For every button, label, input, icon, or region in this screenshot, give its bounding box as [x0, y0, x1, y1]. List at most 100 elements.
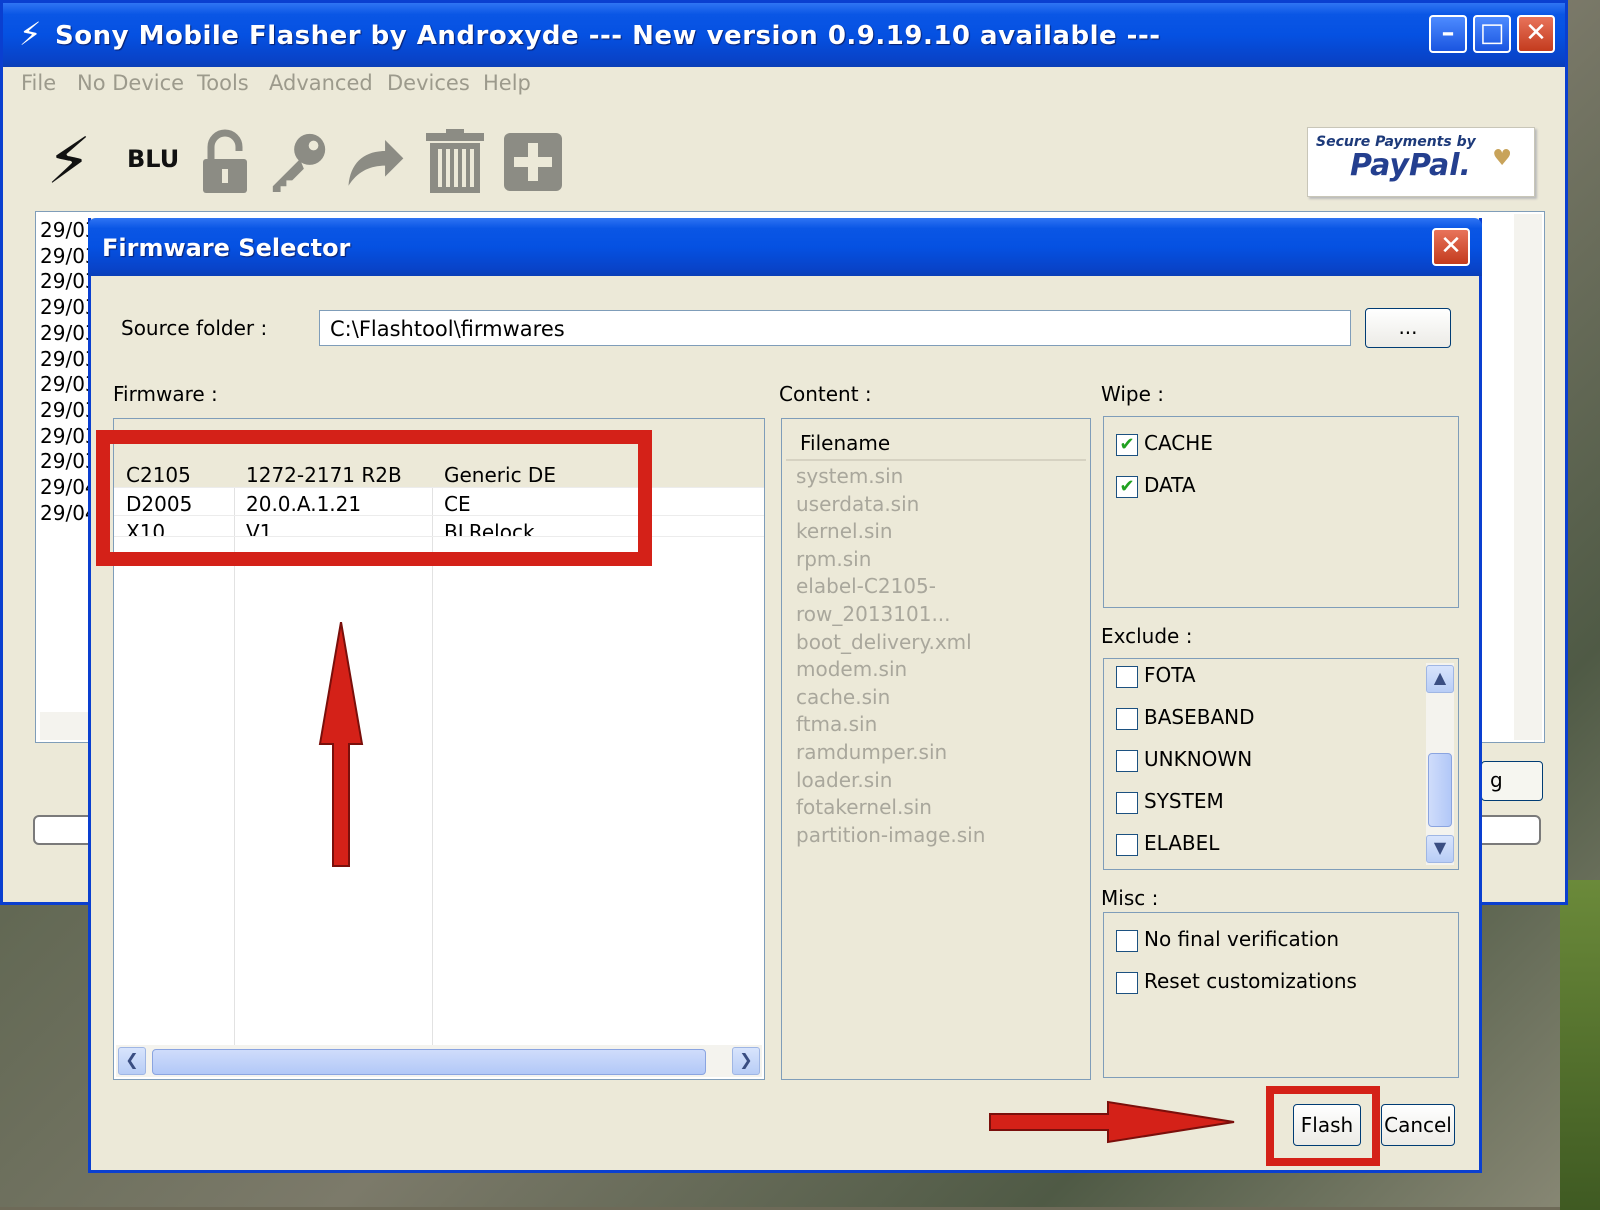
firmware-highlight-box — [96, 430, 652, 566]
scroll-up-icon[interactable]: ▲ — [1426, 665, 1454, 693]
list-item: loader.sin — [796, 767, 893, 792]
elabel-checkbox[interactable] — [1116, 833, 1138, 856]
toolbar: ⚡ BLU Secure Payments by PayPal. ♥ — [3, 101, 1565, 211]
elabel-label: ELABEL — [1144, 831, 1220, 855]
menu-bar: File No Device Tools Advanced Devices He… — [3, 67, 1565, 101]
filename-header-label: Filename — [800, 431, 891, 455]
menu-advanced[interactable]: Advanced — [269, 71, 373, 95]
exclude-elabel-option[interactable]: ELABEL — [1116, 831, 1219, 856]
list-item: rpm.sin — [796, 546, 872, 571]
exclude-group: FOTA BASEBAND UNKNOWN SYSTEM ELABEL ▲ ▼ — [1103, 658, 1459, 870]
content-list-panel[interactable]: Filename system.sin userdata.sin kernel.… — [781, 418, 1091, 1080]
blu-button[interactable]: BLU — [127, 145, 179, 173]
list-item: cache.sin — [796, 684, 891, 709]
source-folder-label: Source folder : — [121, 316, 268, 340]
desktop-grass — [1560, 880, 1600, 1210]
list-item: system.sin — [796, 464, 904, 488]
window-title: Sony Mobile Flasher by Androxyde --- New… — [55, 21, 1161, 51]
cache-checkbox[interactable]: ✔ — [1116, 433, 1138, 456]
no-final-verification-checkbox[interactable] — [1116, 929, 1138, 952]
menu-tools[interactable]: Tools — [197, 71, 249, 95]
close-button[interactable]: ✕ — [1517, 15, 1555, 53]
cache-label: CACHE — [1144, 431, 1213, 455]
up-arrow-annotation — [318, 622, 364, 867]
flash-icon[interactable]: ⚡ — [37, 125, 101, 199]
browse-button[interactable]: ... — [1365, 308, 1451, 348]
redo-icon[interactable] — [343, 127, 407, 197]
firmware-label: Firmware : — [113, 382, 218, 406]
menu-file[interactable]: File — [21, 71, 56, 95]
dialog-title: Firmware Selector — [102, 234, 351, 262]
trash-icon[interactable] — [423, 127, 487, 197]
flash-highlight-box — [1266, 1086, 1380, 1166]
exclude-vertical-scrollbar[interactable]: ▲ ▼ — [1426, 663, 1454, 865]
unknown-checkbox[interactable] — [1116, 749, 1138, 772]
fota-label: FOTA — [1144, 663, 1196, 687]
reset-customizations-label: Reset customizations — [1144, 969, 1357, 993]
data-label: DATA — [1144, 473, 1196, 497]
menu-help[interactable]: Help — [483, 71, 531, 95]
content-files: system.sin userdata.sin kernel.sin rpm.s… — [796, 463, 1090, 849]
source-folder-input[interactable]: C:\Flashtool\firmwares — [319, 310, 1351, 346]
heart-icon: ♥ — [1492, 146, 1512, 171]
log-vertical-scrollbar[interactable] — [1514, 214, 1542, 740]
scroll-down-icon[interactable]: ▼ — [1426, 835, 1454, 863]
dialog-close-button[interactable]: ✕ — [1432, 228, 1470, 266]
list-item: elabel-C2105-row_2013101... — [796, 574, 951, 626]
list-item: userdata.sin — [796, 491, 920, 516]
no-final-verification-label: No final verification — [1144, 927, 1340, 951]
scrollbar-thumb[interactable] — [152, 1049, 706, 1075]
list-item: modem.sin — [796, 657, 908, 682]
system-label: SYSTEM — [1144, 789, 1224, 813]
list-item: kernel.sin — [796, 519, 893, 544]
misc-label: Misc : — [1101, 886, 1159, 910]
paypal-logo: PayPal. — [1350, 148, 1471, 183]
firmware-horizontal-scrollbar[interactable]: ❮ ❯ — [116, 1045, 762, 1077]
scrollbar-thumb[interactable] — [1428, 753, 1452, 827]
paypal-banner[interactable]: Secure Payments by PayPal. ♥ — [1307, 127, 1535, 197]
app-bolt-icon: ⚡ — [19, 15, 42, 53]
cancel-button[interactable]: Cancel — [1381, 1104, 1455, 1146]
baseband-checkbox[interactable] — [1116, 707, 1138, 730]
list-item: fotakernel.sin — [796, 795, 932, 820]
right-arrow-annotation — [989, 1100, 1235, 1144]
system-checkbox[interactable] — [1116, 791, 1138, 814]
dialog-title-bar[interactable]: Firmware Selector ✕ — [88, 218, 1482, 276]
maximize-button[interactable]: □ — [1473, 15, 1511, 53]
menu-devices[interactable]: Devices — [387, 71, 470, 95]
unknown-label: UNKNOWN — [1144, 747, 1253, 771]
title-bar[interactable]: ⚡ Sony Mobile Flasher by Androxyde --- N… — [3, 3, 1565, 67]
list-item: ramdumper.sin — [796, 739, 948, 764]
key-icon[interactable] — [267, 127, 331, 197]
list-item: boot_delivery.xml — [796, 629, 972, 654]
wipe-group: ✔ CACHE ✔ DATA — [1103, 416, 1459, 608]
list-item: ftma.sin — [796, 712, 878, 737]
fota-checkbox[interactable] — [1116, 665, 1138, 688]
lock-icon[interactable] — [193, 127, 257, 197]
main-window-button[interactable]: g — [1481, 761, 1543, 801]
content-label: Content : — [779, 382, 872, 406]
wipe-cache-option[interactable]: ✔ CACHE — [1116, 431, 1213, 456]
firmware-selector-dialog: Firmware Selector ✕ Source folder : C:\F… — [88, 218, 1482, 1173]
data-checkbox[interactable]: ✔ — [1116, 475, 1138, 498]
exclude-label: Exclude : — [1101, 624, 1193, 648]
exclude-baseband-option[interactable]: BASEBAND — [1116, 705, 1255, 730]
list-item: partition-image.sin — [796, 822, 986, 847]
add-icon[interactable] — [501, 127, 565, 197]
exclude-system-option[interactable]: SYSTEM — [1116, 789, 1224, 814]
reset-customizations-option[interactable]: Reset customizations — [1116, 969, 1357, 994]
baseband-label: BASEBAND — [1144, 705, 1255, 729]
menu-no-device[interactable]: No Device — [77, 71, 184, 95]
misc-group: No final verification Reset customizatio… — [1103, 912, 1459, 1078]
reset-customizations-checkbox[interactable] — [1116, 971, 1138, 994]
filename-column-header[interactable]: Filename — [786, 423, 1086, 461]
minimize-button[interactable]: – — [1429, 15, 1467, 53]
wipe-data-option[interactable]: ✔ DATA — [1116, 473, 1196, 498]
scroll-right-icon[interactable]: ❯ — [732, 1047, 760, 1075]
log-horizontal-scrollbar[interactable] — [40, 712, 90, 740]
scroll-left-icon[interactable]: ❮ — [118, 1047, 146, 1075]
wipe-label: Wipe : — [1101, 382, 1164, 406]
exclude-unknown-option[interactable]: UNKNOWN — [1116, 747, 1252, 772]
exclude-fota-option[interactable]: FOTA — [1116, 663, 1196, 688]
no-final-verification-option[interactable]: No final verification — [1116, 927, 1339, 952]
